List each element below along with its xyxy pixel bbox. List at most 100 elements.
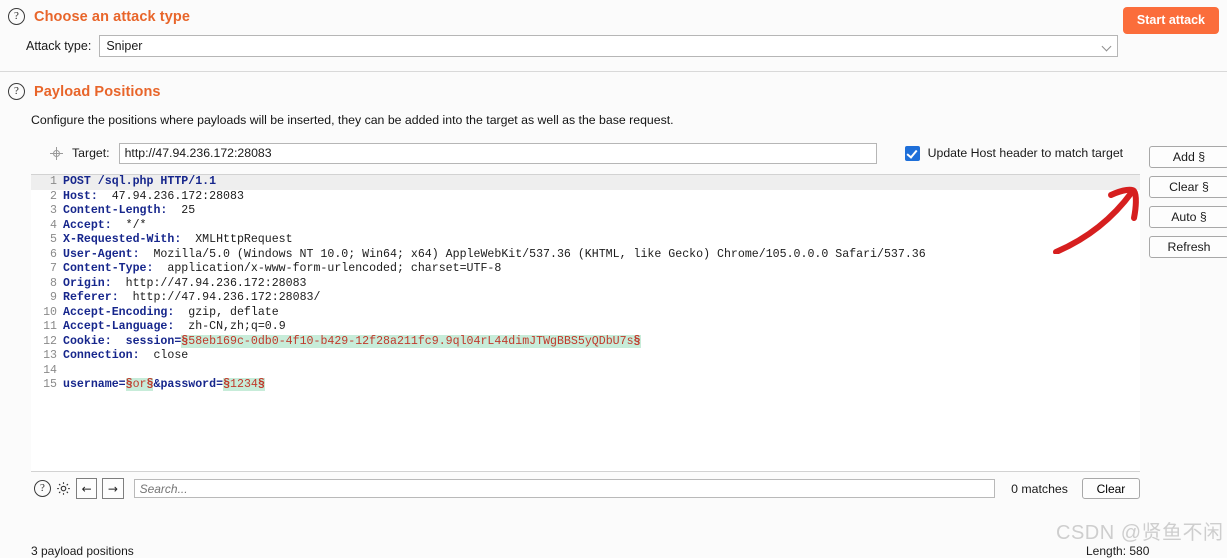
question-mark-icon[interactable]: ? bbox=[34, 480, 51, 497]
line-number: 8 bbox=[50, 276, 57, 290]
editor-search-bar: ? ← → 0 matches Clear bbox=[31, 472, 1140, 499]
start-attack-button[interactable]: Start attack bbox=[1122, 7, 1219, 34]
code-token: Content-Type: bbox=[63, 262, 154, 275]
payload-marker: § bbox=[125, 378, 133, 391]
code-token: close bbox=[139, 349, 189, 362]
line-number: 7 bbox=[50, 262, 57, 275]
code-line[interactable]: 4 Accept: */* bbox=[31, 219, 1140, 234]
line-number: 13 bbox=[43, 349, 57, 362]
code-token: &password= bbox=[153, 378, 224, 391]
code-line-text: User-Agent: Mozilla/5.0 (Windows NT 10.0… bbox=[63, 248, 926, 263]
refresh-button[interactable]: Refresh bbox=[1149, 236, 1227, 258]
code-token: application/x-www-form-urlencoded; chars… bbox=[153, 262, 502, 275]
attack-type-section: ? Choose an attack type Start attack Att… bbox=[0, 0, 1227, 72]
search-next-button[interactable]: → bbox=[102, 478, 124, 499]
http-request-code[interactable]: 1 POST /sql.php HTTP/1.1 2 Host: 47.94.236.… bbox=[31, 175, 1140, 393]
code-token: X-Requested-With: bbox=[63, 233, 182, 246]
line-number: 6 bbox=[50, 247, 57, 261]
search-input[interactable] bbox=[133, 479, 996, 498]
code-line[interactable]: 1 POST /sql.php HTTP/1.1 bbox=[31, 175, 1140, 190]
code-token: username= bbox=[63, 378, 126, 391]
update-host-header-label: Update Host header to match target bbox=[927, 146, 1124, 160]
code-line-text: Accept-Encoding: gzip, deflate bbox=[63, 306, 279, 321]
code-line[interactable]: 11 Accept-Language: zh-CN,zh;q=0.9 bbox=[31, 320, 1140, 335]
code-token: Referer: bbox=[63, 291, 119, 304]
payload-marker: or bbox=[132, 378, 147, 391]
code-token: User-Agent: bbox=[63, 247, 140, 261]
code-token: Host: bbox=[63, 189, 98, 203]
code-token: Accept: bbox=[63, 218, 112, 232]
search-prev-button[interactable]: ← bbox=[76, 478, 98, 499]
code-token: Content-Length: bbox=[63, 204, 168, 217]
code-line-text: Content-Length: 25 bbox=[63, 204, 195, 219]
question-mark-icon[interactable]: ? bbox=[8, 8, 25, 25]
payload-marker: § bbox=[257, 378, 265, 391]
request-length-label: Length: 580 bbox=[1086, 544, 1150, 558]
payload-marker: 58eb169c-0db0-4f10-b429-12f28a211fc9.9ql… bbox=[188, 334, 634, 348]
code-line-text: Cookie: session= §58eb169c-0db0-4f10-b429… bbox=[63, 334, 641, 350]
payload-position-buttons: Add § Clear § Auto § Refresh bbox=[1149, 146, 1227, 258]
search-match-count: 0 matches bbox=[1011, 481, 1068, 496]
code-line[interactable]: 10 Accept-Encoding: gzip, deflate bbox=[31, 306, 1140, 321]
line-number: 1 bbox=[31, 175, 63, 190]
code-line[interactable]: 8 Origin: http://47.94.236.172:28083 bbox=[31, 277, 1140, 292]
code-line-text: Origin: http://47.94.236.172:28083 bbox=[63, 277, 307, 292]
code-line-text: Connection: close bbox=[63, 349, 188, 364]
code-line[interactable]: 2 Host: 47.94.236.172:28083 bbox=[31, 190, 1140, 205]
csdn-watermark: CSDN @贤鱼不闲 bbox=[1056, 522, 1224, 544]
payload-positions-title: Payload Positions bbox=[34, 83, 161, 100]
auto-payload-positions-button[interactable]: Auto § bbox=[1149, 206, 1227, 228]
code-token: 25 bbox=[167, 204, 196, 217]
attack-type-row: Attack type: Sniper bbox=[0, 25, 1227, 57]
code-line-text: POST /sql.php HTTP/1.1 bbox=[63, 175, 216, 190]
code-token: Connection: bbox=[63, 349, 140, 362]
code-line[interactable]: 14 bbox=[31, 364, 1140, 379]
chevron-down-icon bbox=[1102, 41, 1113, 52]
attack-type-select[interactable]: Sniper bbox=[99, 35, 1118, 57]
target-row: Target: Update Host header to match targ… bbox=[31, 142, 1140, 164]
attack-type-value: Sniper bbox=[106, 39, 143, 53]
target-label: Target: bbox=[72, 146, 110, 160]
payload-marker: § bbox=[633, 334, 641, 348]
code-line[interactable]: 5 X-Requested-With: XMLHttpRequest bbox=[31, 233, 1140, 248]
code-token: XMLHttpRequest bbox=[181, 233, 293, 246]
line-number: 12 bbox=[43, 334, 57, 348]
payload-position-count: 3 payload positions bbox=[31, 544, 134, 558]
payload-positions-description: Configure the positions where payloads w… bbox=[31, 113, 674, 127]
code-token: http://47.94.236.172:28083 bbox=[111, 276, 307, 290]
code-line-text: Content-Type: application/x-www-form-url… bbox=[63, 262, 501, 277]
code-line[interactable]: 13 Connection: close bbox=[31, 349, 1140, 364]
code-token: Accept-Encoding: bbox=[63, 305, 175, 319]
code-token: Origin: bbox=[63, 276, 112, 290]
code-line-text: username=§or§&password=§1234§ bbox=[63, 378, 265, 393]
code-line[interactable]: 7 Content-Type: application/x-www-form-ur… bbox=[31, 262, 1140, 277]
target-input[interactable] bbox=[118, 142, 877, 164]
clear-payload-positions-button[interactable]: Clear § bbox=[1149, 176, 1227, 198]
line-number: 2 bbox=[50, 189, 57, 203]
section-divider bbox=[0, 71, 1227, 72]
search-clear-button[interactable]: Clear bbox=[1081, 478, 1140, 499]
payload-positions-header: ? Payload Positions bbox=[0, 83, 1227, 100]
update-host-header-checkbox[interactable]: Update Host header to match target bbox=[904, 145, 1124, 161]
code-line[interactable]: 6 User-Agent: Mozilla/5.0 (Windows NT 10.… bbox=[31, 248, 1140, 263]
line-number: 9 bbox=[50, 291, 57, 304]
line-number: 4 bbox=[50, 218, 57, 232]
payload-positions-body: Target: Update Host header to match targ… bbox=[31, 142, 1227, 499]
code-line[interactable]: 12 Cookie: session= §58eb169c-0db0-4f10-b4… bbox=[31, 334, 1140, 350]
gear-icon[interactable] bbox=[56, 481, 71, 496]
line-number: 10 bbox=[43, 305, 57, 319]
code-token: Cookie: bbox=[63, 334, 112, 348]
http-request-editor[interactable]: 1 POST /sql.php HTTP/1.1 2 Host: 47.94.236.… bbox=[31, 174, 1140, 472]
code-line[interactable]: 9 Referer: http://47.94.236.172:28083/ bbox=[31, 291, 1140, 306]
code-token: POST /sql.php HTTP/1.1 bbox=[63, 175, 217, 188]
add-payload-position-button[interactable]: Add § bbox=[1149, 146, 1227, 168]
attack-type-title: Choose an attack type bbox=[34, 8, 191, 25]
code-line-text: X-Requested-With: XMLHttpRequest bbox=[63, 233, 293, 248]
code-line[interactable]: 3 Content-Length: 25 bbox=[31, 204, 1140, 219]
line-number: 14 bbox=[43, 363, 57, 377]
code-line[interactable]: 15 username=§or§&password=§1234§ bbox=[31, 378, 1140, 393]
code-token: gzip, deflate bbox=[174, 305, 279, 319]
question-mark-icon[interactable]: ? bbox=[8, 83, 25, 100]
code-token: http://47.94.236.172:28083/ bbox=[118, 291, 321, 304]
code-line-text: Accept: */* bbox=[63, 219, 147, 234]
